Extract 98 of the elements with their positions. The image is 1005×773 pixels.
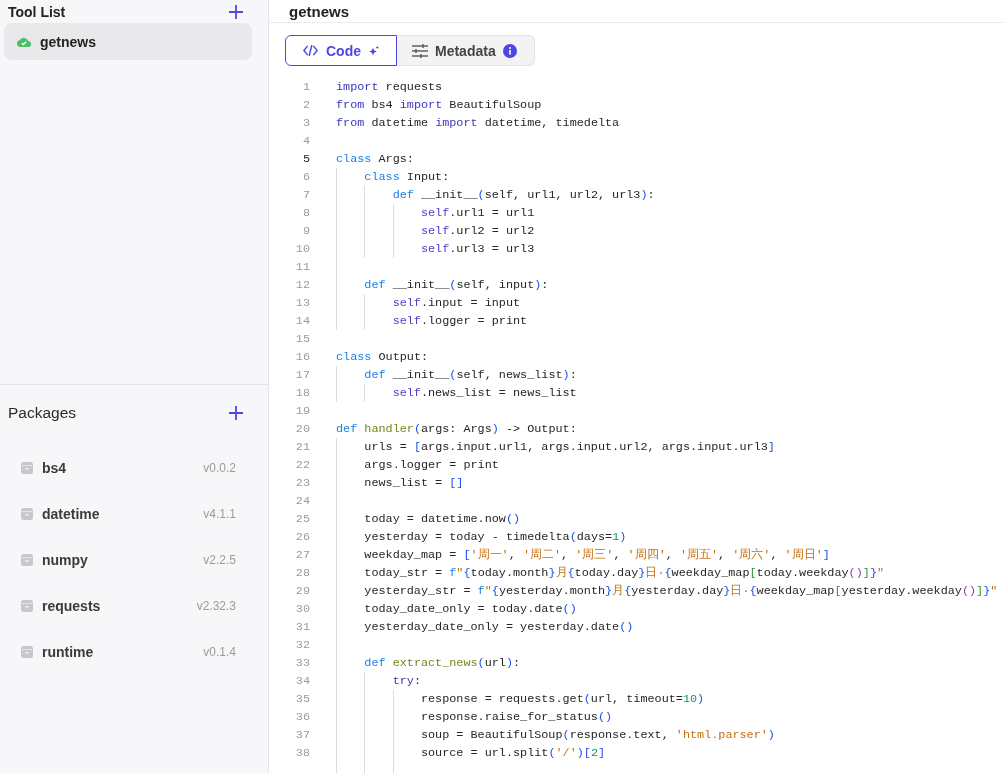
line-number: 22 xyxy=(294,457,310,474)
line-number: 9 xyxy=(301,223,310,240)
code-line: response.raise_for_status() xyxy=(420,709,613,726)
code-line: from datetime import datetime, timedelta xyxy=(336,115,620,132)
line-number: 3 xyxy=(301,115,310,132)
code-line: news_list = [] xyxy=(364,475,464,492)
code-line: def extract_news(url): xyxy=(364,655,521,672)
line-number: 33 xyxy=(294,655,310,672)
line-number: 14 xyxy=(294,313,310,330)
code-line: def __init__(self, news_list): xyxy=(364,367,577,384)
line-number: 38 xyxy=(294,745,310,762)
code-line: self.input = input xyxy=(392,295,521,312)
code-line: try: xyxy=(392,673,421,690)
code-line: from bs4 import BeautifulSoup xyxy=(336,97,542,114)
package-version: v2.32.3 xyxy=(196,599,236,613)
line-number: 24 xyxy=(294,493,310,510)
line-number: 19 xyxy=(294,403,310,420)
line-number: 11 xyxy=(294,259,310,276)
line-number: 32 xyxy=(294,637,310,654)
tab[interactable]: Metadata xyxy=(397,35,535,66)
package-icon xyxy=(21,600,33,612)
code-line: def __init__(self, input): xyxy=(364,277,549,294)
code-line: source = url.split('/')[2] xyxy=(420,745,606,762)
package-name[interactable]: numpy xyxy=(42,552,88,568)
cloud-check-icon xyxy=(17,36,31,47)
line-number: 8 xyxy=(301,205,310,222)
code-line: today_str = f"{today.month}月{today.day}日·{weekday_map[today.weekday()]}" xyxy=(364,565,885,582)
line-number: 18 xyxy=(294,385,310,402)
line-number: 15 xyxy=(294,331,310,348)
code-line: response = requests.get(url, timeout=10) xyxy=(420,691,705,708)
package-name[interactable]: bs4 xyxy=(42,460,67,476)
line-number: 21 xyxy=(294,439,310,456)
code-line: self.url2 = url2 xyxy=(420,223,535,240)
sliders-icon xyxy=(412,43,428,58)
page-title: getnews xyxy=(289,2,349,20)
line-number: 23 xyxy=(294,475,310,492)
code-line: yesterday = today - timedelta(days=1) xyxy=(364,529,627,546)
code-line: urls = [args.input.url1, args.input.url2, args.input.url3] xyxy=(364,439,775,456)
line-number: 27 xyxy=(294,547,310,564)
line-number: 17 xyxy=(294,367,310,384)
code-line: args.logger = print xyxy=(364,457,499,474)
code-line: self.logger = print xyxy=(392,313,528,330)
line-number: 13 xyxy=(294,295,310,312)
code-line: class Input: xyxy=(364,169,450,186)
line-number: 31 xyxy=(294,619,310,636)
info-icon xyxy=(502,43,517,58)
line-number: 25 xyxy=(294,511,310,528)
line-number: 20 xyxy=(294,421,310,438)
line-number: 4 xyxy=(301,133,310,150)
code-line: class Args: xyxy=(336,151,414,168)
package-version: v4.1.1 xyxy=(203,507,236,521)
package-version: v2.2.5 xyxy=(203,553,236,567)
code-line: self.url3 = url3 xyxy=(420,241,535,258)
package-name[interactable]: datetime xyxy=(42,506,100,522)
package-version: v0.0.2 xyxy=(203,461,236,475)
code-line: today = datetime.now() xyxy=(364,511,521,528)
line-number: 26 xyxy=(294,529,310,546)
line-number: 10 xyxy=(294,241,310,258)
line-number: 5 xyxy=(301,151,310,168)
code-line: yesterday_date_only = yesterday.date() xyxy=(364,619,634,636)
line-number: 7 xyxy=(301,187,310,204)
package-icon xyxy=(21,508,33,520)
sidebar-title: Tool List xyxy=(8,3,66,20)
package-name[interactable]: runtime xyxy=(42,644,94,660)
code-line: weekday_map = ['周一', '周二', '周三', '周四', '周五', '周六', '周日'] xyxy=(364,547,830,564)
code-line: def __init__(self, url1, url2, url3): xyxy=(392,187,655,204)
tool-item[interactable]: getnews xyxy=(4,23,252,60)
code-line: def handler(args: Args) -> Output: xyxy=(336,421,577,438)
line-number: 28 xyxy=(294,565,310,582)
line-number: 1 xyxy=(301,79,310,96)
packages-title: Packages xyxy=(8,404,77,422)
line-number: 34 xyxy=(294,673,310,690)
line-number: 2 xyxy=(301,97,310,114)
line-number: 29 xyxy=(294,583,310,600)
code-line: yesterday_str = f"{yesterday.month}月{yesterday.day}日·{weekday_map[yesterday.weekday()]}" xyxy=(364,583,998,600)
code-line: soup = BeautifulSoup(response.text, 'html.parser') xyxy=(420,727,775,744)
package-icon xyxy=(21,462,33,474)
package-name[interactable]: requests xyxy=(42,598,101,614)
code-icon xyxy=(303,45,318,56)
package-icon xyxy=(21,646,33,658)
code-line: import requests xyxy=(336,79,443,96)
package-version: v0.1.4 xyxy=(203,645,236,659)
package-icon xyxy=(21,554,33,566)
line-number: 36 xyxy=(294,709,310,726)
code-line: self.url1 = url1 xyxy=(420,205,535,222)
line-number: 30 xyxy=(294,601,310,618)
add-icon[interactable] xyxy=(229,4,243,19)
line-number: 12 xyxy=(294,277,310,294)
add-icon[interactable] xyxy=(229,406,243,420)
tab[interactable]: Code xyxy=(285,35,397,66)
line-number: 6 xyxy=(301,169,310,186)
code-line: self.news_list = news_list xyxy=(392,385,577,402)
line-number: 37 xyxy=(294,727,310,744)
sparkle-icon xyxy=(369,45,379,56)
code-line: class Output: xyxy=(336,349,429,366)
line-number: 16 xyxy=(294,349,310,366)
line-number: 35 xyxy=(294,691,310,708)
code-line: today_date_only = today.date() xyxy=(364,601,577,618)
